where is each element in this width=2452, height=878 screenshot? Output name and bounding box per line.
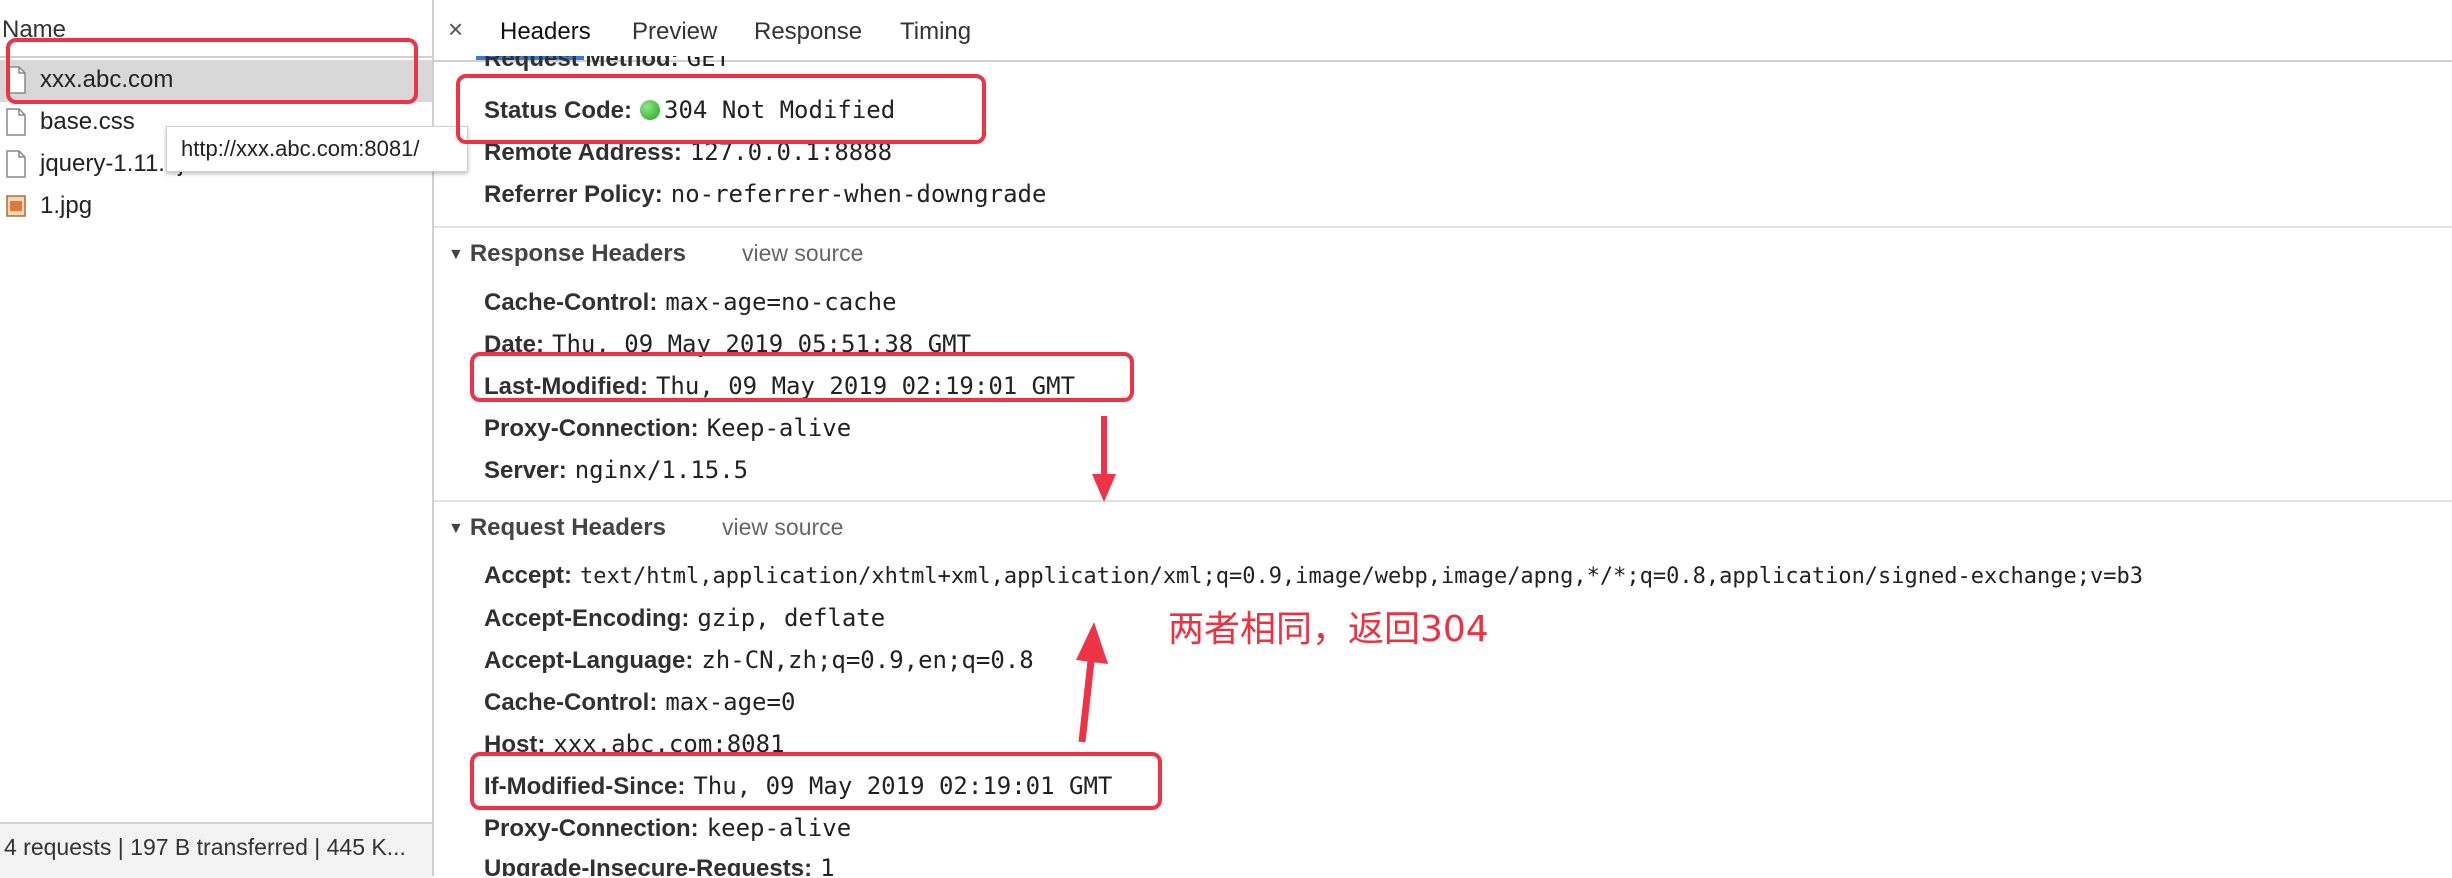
annotation-text: 两者相同，返回304 bbox=[1168, 609, 1489, 650]
up-arrow-icon bbox=[1076, 622, 1108, 743]
annotation-arrows bbox=[1076, 416, 1116, 743]
down-arrow-icon bbox=[1092, 416, 1116, 502]
